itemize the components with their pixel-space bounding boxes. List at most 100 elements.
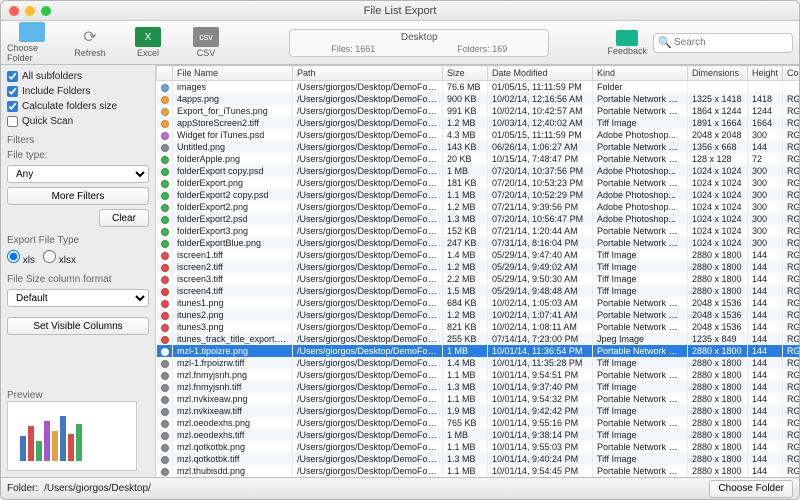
color-tag-icon [161, 468, 169, 476]
feedback-label: Feedback [607, 46, 647, 56]
table-row[interactable]: mzl.fnmyjsnh.tiff/Users/giorgos/Desktop/… [157, 381, 800, 393]
column-header[interactable]: Path [293, 66, 443, 81]
table-row[interactable]: appStoreScreen2.tiff/Users/giorgos/Deskt… [157, 117, 800, 129]
table-row[interactable]: mzl.fnmyjsnh.png/Users/giorgos/Desktop/D… [157, 369, 800, 381]
table-row[interactable]: itunes3.png/Users/giorgos/Desktop/DemoFo… [157, 321, 800, 333]
column-header[interactable]: Kind [593, 66, 688, 81]
location-info: Desktop Files: 1661 Folders: 169 [289, 29, 549, 57]
table-row[interactable]: 4apps.png/Users/giorgos/Desktop/DemoFold… [157, 93, 800, 105]
table-row[interactable]: itunes_track_title_export.jpg/Users/gior… [157, 333, 800, 345]
color-tag-icon [161, 144, 169, 152]
color-tag-icon [161, 420, 169, 428]
table-row[interactable]: mzl.nvkixeaw.tiff/Users/giorgos/Desktop/… [157, 405, 800, 417]
table-row[interactable]: itunes2.png/Users/giorgos/Desktop/DemoFo… [157, 309, 800, 321]
csv-button[interactable]: csv CSV [181, 27, 231, 58]
column-header[interactable]: Color Space [783, 66, 800, 81]
size-format-label: File Size column format [7, 274, 149, 285]
color-tag-icon [161, 168, 169, 176]
column-header[interactable]: Dimensions [688, 66, 748, 81]
color-tag-icon [161, 408, 169, 416]
table-row[interactable]: mzl.nvkixeaw.png/Users/giorgos/Desktop/D… [157, 393, 800, 405]
excel-button[interactable]: X Excel [123, 27, 173, 58]
color-tag-icon [161, 84, 169, 92]
table-row[interactable]: Untitled.png/Users/giorgos/Desktop/DemoF… [157, 141, 800, 153]
refresh-button[interactable]: ⟳ Refresh [65, 27, 115, 58]
table-row[interactable]: folderExport3.png/Users/giorgos/Desktop/… [157, 225, 800, 237]
table-row[interactable]: folderApple.png/Users/giorgos/Desktop/De… [157, 153, 800, 165]
color-tag-icon [161, 252, 169, 260]
color-tag-icon [161, 132, 169, 140]
search-field[interactable]: 🔍 [653, 33, 793, 53]
table-row[interactable]: Export_for_iTunes.png/Users/giorgos/Desk… [157, 105, 800, 117]
table-row[interactable]: folderExport copy.psd/Users/giorgos/Desk… [157, 165, 800, 177]
search-icon: 🔍 [658, 36, 672, 49]
folder-path: /Users/giorgos/Desktop/ [44, 483, 703, 494]
search-input[interactable] [653, 33, 793, 53]
column-header[interactable]: Height [748, 66, 783, 81]
color-tag-icon [161, 336, 169, 344]
table-row[interactable]: images/Users/giorgos/Desktop/DemoFolder/… [157, 81, 800, 94]
table-row[interactable]: folderExport2.png/Users/giorgos/Desktop/… [157, 201, 800, 213]
choose-folder-button[interactable]: Choose Folder [7, 22, 57, 63]
color-tag-icon [161, 312, 169, 320]
color-tag-icon [161, 372, 169, 380]
column-header[interactable]: Size [443, 66, 488, 81]
color-tag-icon [161, 96, 169, 104]
choose-folder-footer-button[interactable]: Choose Folder [709, 480, 793, 498]
table-row[interactable]: folderExport2.psd/Users/giorgos/Desktop/… [157, 213, 800, 225]
color-tag-icon [161, 108, 169, 116]
table-row[interactable]: folderExport.png/Users/giorgos/Desktop/D… [157, 177, 800, 189]
sidebar: All subfolders Include Folders Calculate… [1, 65, 156, 477]
include-folders-checkbox[interactable]: Include Folders [7, 86, 149, 97]
calc-folder-size-checkbox[interactable]: Calculate folders size [7, 101, 149, 112]
file-type-label: File type: [7, 150, 149, 161]
window-title: File List Export [1, 5, 799, 17]
size-format-select[interactable]: Default [7, 289, 149, 307]
color-tag-icon [161, 228, 169, 236]
table-row[interactable]: itunes1.png/Users/giorgos/Desktop/DemoFo… [157, 297, 800, 309]
column-header[interactable]: File Name [173, 66, 293, 81]
color-tag-icon [161, 240, 169, 248]
color-tag-icon [161, 384, 169, 392]
refresh-icon: ⟳ [77, 27, 103, 47]
table-row[interactable]: mzl.qotkotbk.png/Users/giorgos/Desktop/D… [157, 441, 800, 453]
export-type-label: Export File Type [7, 235, 149, 246]
table-row[interactable]: iscreen4.tiff/Users/giorgos/Desktop/Demo… [157, 285, 800, 297]
column-header[interactable]: Date Modified [488, 66, 593, 81]
quick-scan-checkbox[interactable]: Quick Scan [7, 116, 149, 127]
xls-radio[interactable]: xls [7, 250, 35, 266]
clear-button[interactable]: Clear [99, 209, 149, 227]
table-row[interactable]: mzl.qotkotbk.tiff/Users/giorgos/Desktop/… [157, 453, 800, 465]
file-table[interactable]: File NamePathSizeDate ModifiedKindDimens… [156, 65, 799, 477]
color-tag-icon [161, 324, 169, 332]
preview-label: Preview [7, 390, 149, 401]
all-subfolders-checkbox[interactable]: All subfolders [7, 71, 149, 82]
table-row[interactable]: mzl-1.frpoizrw.tiff/Users/giorgos/Deskto… [157, 357, 800, 369]
table-row[interactable]: mzl.oeodexhs.png/Users/giorgos/Desktop/D… [157, 417, 800, 429]
table-row[interactable]: Widget for iTunes.psd/Users/giorgos/Desk… [157, 129, 800, 141]
filters-label: Filters [7, 135, 149, 146]
color-tag-icon [161, 264, 169, 272]
table-row[interactable]: folderExport2 copy.psd/Users/giorgos/Des… [157, 189, 800, 201]
table-row[interactable]: iscreen3.tiff/Users/giorgos/Desktop/Demo… [157, 273, 800, 285]
feedback-button[interactable]: Feedback [607, 30, 647, 56]
table-row[interactable]: iscreen2.tiff/Users/giorgos/Desktop/Demo… [157, 261, 800, 273]
table-row[interactable]: mzl-1.tipoizre.png/Users/giorgos/Desktop… [157, 345, 800, 357]
xlsx-radio[interactable]: xlsx [43, 250, 76, 266]
folders-count: Folders: 169 [457, 44, 507, 54]
table-row[interactable]: iscreen1.tiff/Users/giorgos/Desktop/Demo… [157, 249, 800, 261]
visible-columns-button[interactable]: Set Visible Columns [7, 317, 149, 335]
csv-icon: csv [193, 27, 219, 47]
color-tag-icon [161, 348, 169, 356]
file-type-select[interactable]: Any [7, 165, 149, 183]
feedback-icon [616, 30, 638, 46]
table-row[interactable]: folderExportBlue.png/Users/giorgos/Deskt… [157, 237, 800, 249]
footer: Folder: /Users/giorgos/Desktop/ Choose F… [1, 477, 799, 499]
excel-icon: X [135, 27, 161, 47]
column-header[interactable] [157, 66, 173, 81]
choose-folder-label: Choose Folder [7, 43, 57, 63]
table-row[interactable]: mzl.thubisdd.png/Users/giorgos/Desktop/D… [157, 465, 800, 477]
color-tag-icon [161, 396, 169, 404]
table-row[interactable]: mzl.oeodexhs.tiff/Users/giorgos/Desktop/… [157, 429, 800, 441]
more-filters-button[interactable]: More Filters [7, 187, 149, 205]
